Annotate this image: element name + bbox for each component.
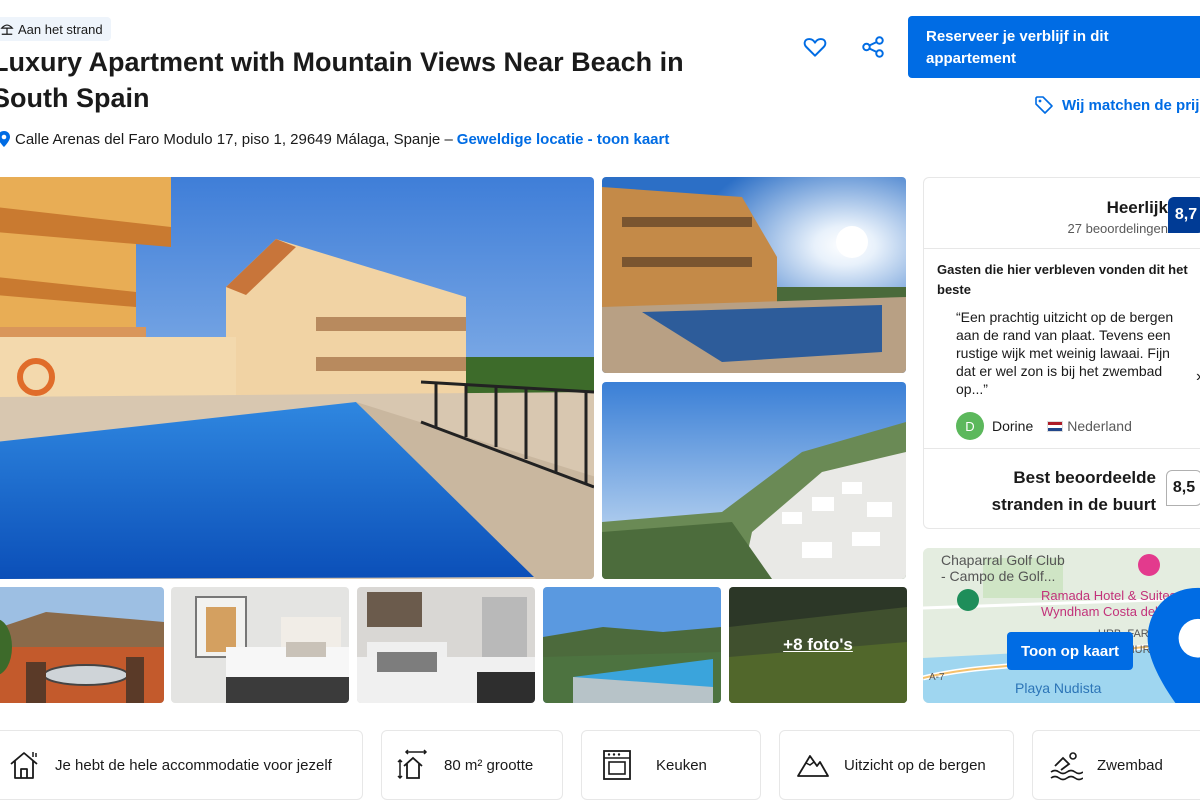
swimmer-icon (1050, 752, 1083, 781)
review-quote: “Een prachtig uitzicht op de bergen aan … (956, 309, 1174, 397)
facility-label: Uitzicht op de bergen (844, 756, 986, 774)
beach-score-label: Best beoordeelde stranden in de buurt (992, 464, 1156, 518)
size-icon (397, 749, 428, 780)
bedroom-2-image (357, 587, 535, 703)
beach-score-badge: 8,5 (1166, 470, 1200, 506)
pool-building-image (0, 177, 594, 579)
heart-icon (803, 38, 827, 57)
mountain-icon (797, 755, 829, 777)
divider (924, 248, 1200, 249)
house-icon (10, 752, 38, 779)
beach-badge: Aan het strand (0, 17, 111, 41)
village-view-image (602, 382, 906, 579)
beach-score-line-1: Best beoordeelde (1013, 468, 1156, 487)
thumbnail-5[interactable]: +8 foto's (729, 587, 907, 703)
price-match-label: Wij matchen de prijs (1062, 96, 1200, 114)
score-badge: 8,7 (1168, 197, 1200, 233)
netherlands-flag-icon (1047, 420, 1064, 432)
thumbnail-2[interactable] (171, 587, 349, 703)
beach-badge-label: Aan het strand (18, 21, 103, 37)
avatar: D (956, 412, 984, 440)
reviewer: D Dorine Nederland (956, 412, 1132, 440)
reviewer-country: Nederland (1067, 418, 1132, 434)
map-label-road: A-7 (929, 672, 945, 683)
bedroom-image (171, 587, 349, 703)
facility-label: Zwembad (1097, 756, 1163, 774)
pool-sunset-image (602, 177, 906, 373)
price-match-link[interactable]: Wij matchen de prijs (1034, 95, 1200, 115)
score-summary[interactable]: Heerlijk 27 beoordelingen (1068, 198, 1168, 236)
property-title: Luxury Apartment with Mountain Views Nea… (0, 47, 684, 113)
thumbnail-1[interactable] (0, 587, 164, 703)
reserve-button[interactable]: Reserveer je verblijf in dit appartement (908, 16, 1200, 78)
balcony-image (0, 587, 164, 703)
favorite-button[interactable] (800, 32, 830, 62)
facility-label: Je hebt de hele accommodatie voor jezelf (55, 756, 332, 774)
show-map-link[interactable]: Geweldige locatie - toon kaart (457, 131, 670, 148)
pool-view-image (543, 587, 721, 703)
side-photo-2[interactable] (602, 382, 906, 579)
beach-score-line-2: stranden in de buurt (991, 495, 1156, 514)
thumbnail-3[interactable] (357, 587, 535, 703)
review-card: Heerlijk 27 beoordelingen 8,7 Gasten die… (923, 177, 1200, 529)
oven-icon (603, 750, 631, 780)
review-count: 27 beoordelingen (1067, 221, 1168, 236)
share-button[interactable] (858, 32, 888, 62)
score-word: Heerlijk (1106, 198, 1168, 217)
side-photo-1[interactable] (602, 177, 906, 373)
next-review-chevron-icon[interactable]: › (1196, 368, 1200, 386)
address-text: Calle Arenas del Faro Modulo 17, piso 1,… (15, 130, 453, 148)
facility-pool: Zwembad (1032, 730, 1200, 800)
beach-umbrella-icon (0, 24, 14, 35)
reviewer-name: Dorine (992, 418, 1034, 434)
facility-kitchen: Keuken (581, 730, 761, 800)
more-photos-link[interactable]: +8 foto's (729, 587, 907, 703)
facility-label: Keuken (656, 756, 707, 774)
facility-size: 80 m² grootte (381, 730, 563, 800)
map-preview[interactable]: Chaparral Golf Club - Campo de Golf... R… (923, 548, 1200, 703)
map-label-golf: Chaparral Golf Club - Campo de Golf... (941, 552, 1065, 584)
address-line: Calle Arenas del Faro Modulo 17, piso 1,… (0, 130, 669, 148)
location-pin-icon (0, 131, 10, 147)
divider (924, 448, 1200, 449)
facility-label: 80 m² grootte (444, 756, 534, 774)
guests-heading: Gasten die hier verbleven vonden dit het… (937, 262, 1188, 297)
facility-entire-place: Je hebt de hele accommodatie voor jezelf (0, 730, 363, 800)
facility-mountain-view: Uitzicht op de bergen (779, 730, 1014, 800)
thumbnail-4[interactable] (543, 587, 721, 703)
main-photo[interactable] (0, 177, 594, 579)
price-tag-icon (1035, 96, 1053, 114)
share-icon (862, 36, 884, 58)
show-on-map-button[interactable]: Toon op kaart (1007, 632, 1133, 670)
